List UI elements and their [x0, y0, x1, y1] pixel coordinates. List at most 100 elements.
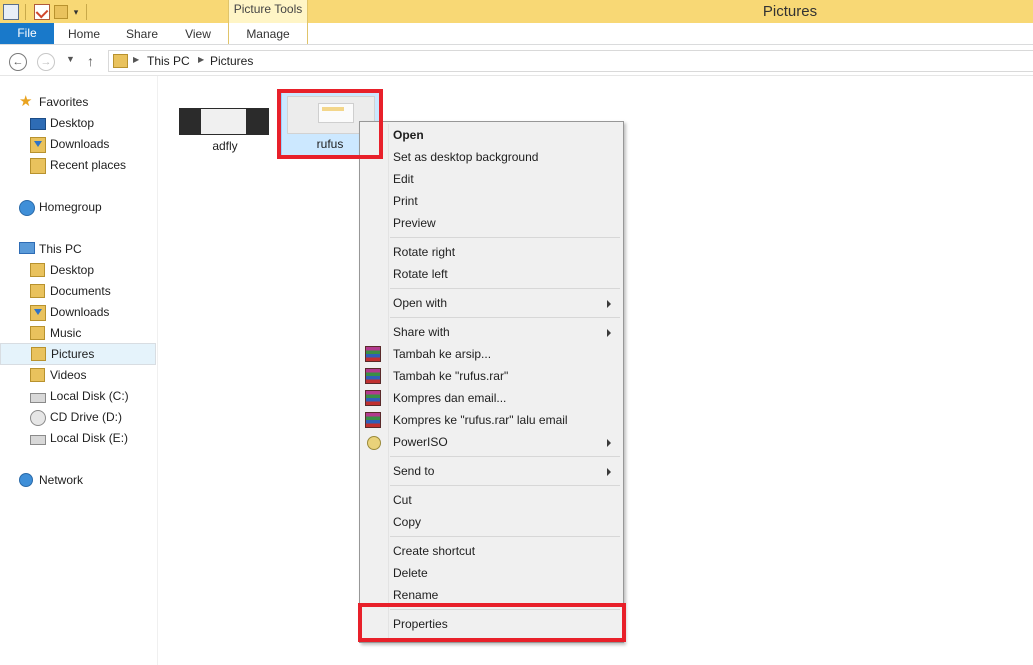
new-folder-icon[interactable]	[54, 4, 68, 19]
menu-item-cut[interactable]: Cut	[360, 489, 623, 511]
star-icon: ★	[19, 93, 33, 110]
menu-item-send-to[interactable]: Send to	[360, 460, 623, 482]
sidebar-item-label: Local Disk (E:)	[50, 431, 129, 445]
pictures-folder-icon	[31, 347, 46, 361]
menu-item-label: Edit	[393, 172, 414, 186]
menu-item-label: Rename	[393, 588, 439, 602]
qat-separator	[86, 3, 87, 20]
menu-item-label: Rotate left	[393, 267, 448, 281]
menu-item-add-to-rufus-rar[interactable]: Tambah ke "rufus.rar"	[360, 365, 623, 387]
menu-separator	[390, 317, 620, 318]
properties-icon[interactable]	[3, 3, 19, 20]
sidebar-item-label: Music	[50, 326, 82, 340]
documents-folder-icon	[30, 284, 45, 298]
menu-item-share-with[interactable]: Share with	[360, 321, 623, 343]
ribbon-tabs: File Home Share View Manage	[0, 23, 1033, 45]
poweriso-disc-icon	[367, 436, 381, 450]
sidebar-item-label: Homegroup	[39, 200, 102, 214]
menu-separator	[390, 288, 620, 289]
address-bar[interactable]: ▶ This PC ▶ Pictures	[108, 50, 1033, 72]
tab-manage[interactable]: Manage	[228, 23, 308, 44]
chevron-down-icon[interactable]: ▾	[72, 5, 80, 19]
menu-item-open[interactable]: Open	[360, 124, 623, 146]
up-button[interactable]: ↑	[87, 53, 94, 69]
menu-item-rotate-right[interactable]: Rotate right	[360, 241, 623, 263]
window-title: Pictures	[762, 3, 818, 20]
menu-item-label: Kompres dan email...	[393, 391, 507, 405]
sidebar-item-label: Pictures	[51, 347, 95, 361]
cd-drive-icon	[30, 410, 46, 426]
menu-item-label: Tambah ke "rufus.rar"	[393, 369, 509, 383]
menu-item-label: Tambah ke arsip...	[393, 347, 492, 361]
tab-file[interactable]: File	[0, 23, 54, 44]
menu-item-delete[interactable]: Delete	[360, 562, 623, 584]
menu-item-label: Preview	[393, 216, 436, 230]
menu-item-open-with[interactable]: Open with	[360, 292, 623, 314]
quick-access-toolbar: ▾	[0, 0, 91, 23]
recent-locations-dropdown[interactable]: ▼	[66, 54, 75, 64]
up-arrow-icon: ↑	[87, 53, 94, 69]
menu-item-add-to-archive[interactable]: Tambah ke arsip...	[360, 343, 623, 365]
menu-item-label: Open	[393, 128, 424, 142]
sidebar-item-pictures[interactable]: Pictures	[0, 343, 156, 365]
winrar-icon	[365, 368, 381, 384]
back-button[interactable]: ←	[9, 53, 27, 71]
forward-arrow-icon: →	[40, 56, 52, 68]
sidebar-item-label: Documents	[50, 284, 111, 298]
desktop-icon	[30, 118, 46, 130]
breadcrumb-this-pc[interactable]: This PC	[147, 54, 190, 68]
videos-folder-icon	[30, 368, 45, 382]
menu-item-label: PowerISO	[393, 435, 448, 449]
tab-view[interactable]: View	[174, 23, 222, 44]
menu-item-edit[interactable]: Edit	[360, 168, 623, 190]
desktop-folder-icon	[30, 263, 45, 277]
menu-item-label: Cut	[393, 493, 412, 507]
menu-separator	[390, 485, 620, 486]
music-folder-icon	[30, 326, 45, 340]
check-icon[interactable]	[34, 3, 50, 20]
menu-item-label: Rotate right	[393, 245, 456, 259]
menu-item-label: Delete	[393, 566, 428, 580]
back-arrow-icon: ←	[12, 56, 24, 68]
menu-item-copy[interactable]: Copy	[360, 511, 623, 533]
menu-item-print[interactable]: Print	[360, 190, 623, 212]
winrar-icon	[365, 412, 381, 428]
sidebar-item-label: Network	[39, 473, 84, 487]
menu-item-label: Set as desktop background	[393, 150, 539, 164]
menu-item-preview[interactable]: Preview	[360, 212, 623, 234]
winrar-icon	[365, 390, 381, 406]
menu-item-label: Open with	[393, 296, 448, 310]
qat-separator	[25, 3, 26, 20]
breadcrumb-separator-icon[interactable]: ▶	[198, 55, 204, 64]
navigation-bar: ← → ▼ ↑ ▶ This PC ▶ Pictures	[0, 45, 1033, 76]
sidebar-item-label: Downloads	[50, 305, 110, 319]
tab-home[interactable]: Home	[60, 23, 108, 44]
sidebar-item-label: Local Disk (C:)	[50, 389, 129, 403]
breadcrumb-pictures[interactable]: Pictures	[210, 54, 253, 68]
submenu-arrow-icon	[607, 300, 611, 308]
chevron-down-icon: ▼	[66, 54, 75, 64]
sidebar-item-label: This PC	[39, 242, 82, 256]
forward-button[interactable]: →	[37, 53, 55, 71]
menu-item-properties[interactable]: Properties	[360, 613, 623, 635]
menu-item-set-desktop-background[interactable]: Set as desktop background	[360, 146, 623, 168]
menu-item-rotate-left[interactable]: Rotate left	[360, 263, 623, 285]
menu-item-rename[interactable]: Rename	[360, 584, 623, 606]
sidebar-item-label: Recent places	[50, 158, 127, 172]
tab-share[interactable]: Share	[118, 23, 166, 44]
file-name: adfly	[212, 139, 238, 153]
file-thumbnail	[179, 108, 269, 135]
menu-item-compress-and-email[interactable]: Kompres dan email...	[360, 387, 623, 409]
title-bar: ▾ Picture Tools Pictures	[0, 0, 1033, 23]
menu-item-compress-rufus-rar-email[interactable]: Kompres ke "rufus.rar" lalu email	[360, 409, 623, 431]
picture-tools-label: Picture Tools	[228, 0, 308, 23]
network-icon	[19, 473, 33, 487]
menu-item-poweriso[interactable]: PowerISO	[360, 431, 623, 453]
menu-item-label: Create shortcut	[393, 544, 476, 558]
sidebar-item-label: Desktop	[50, 116, 95, 130]
breadcrumb-separator-icon[interactable]: ▶	[133, 55, 139, 64]
sidebar-item-label: CD Drive (D:)	[50, 410, 122, 424]
windows-drive-icon	[30, 393, 46, 403]
menu-item-create-shortcut[interactable]: Create shortcut	[360, 540, 623, 562]
menu-separator	[390, 456, 620, 457]
